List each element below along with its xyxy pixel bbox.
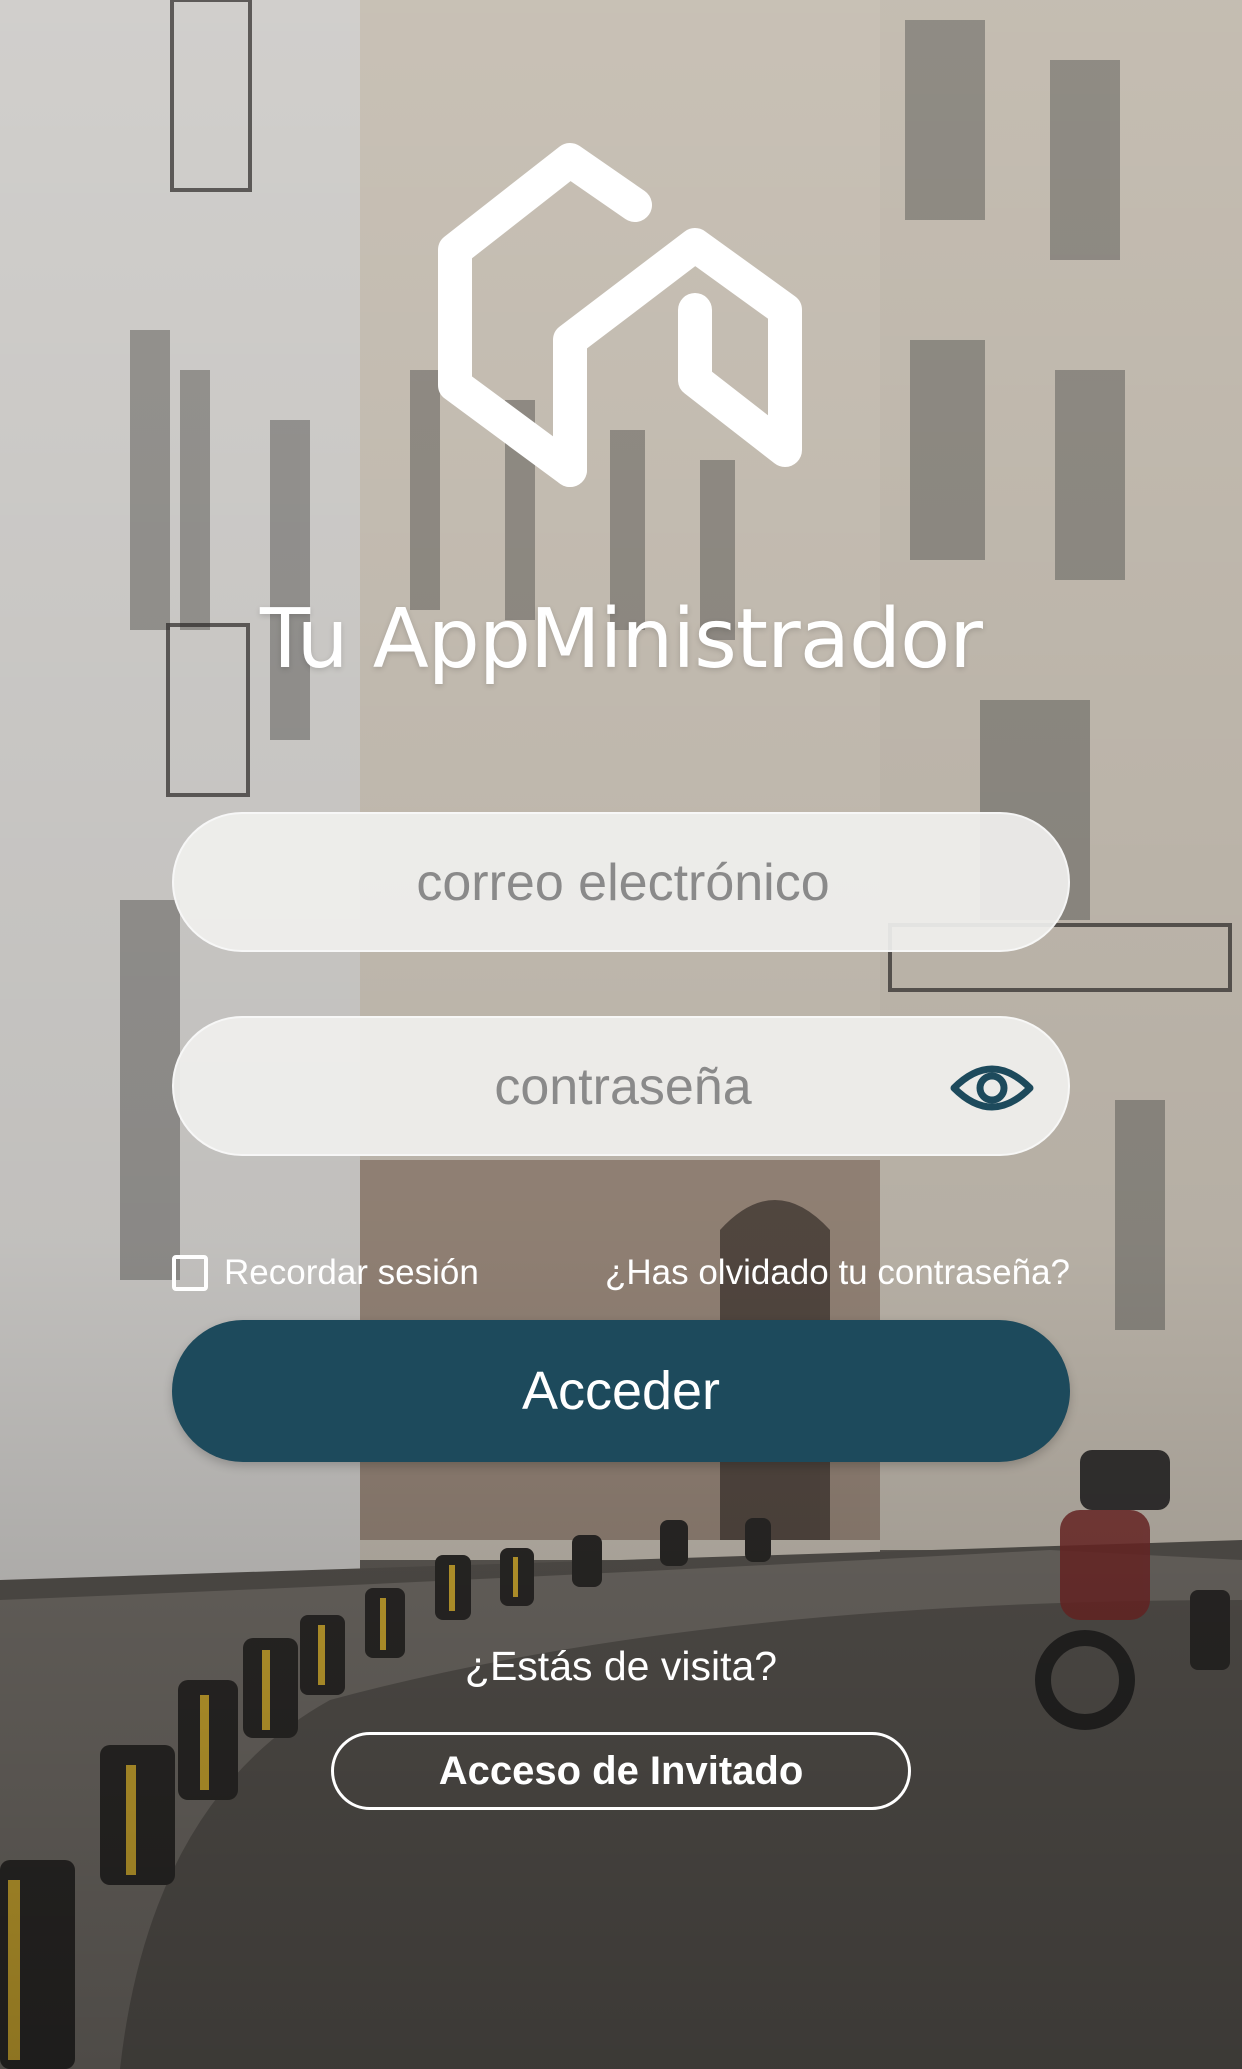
remember-checkbox[interactable] — [172, 1255, 208, 1291]
house-logo-icon — [420, 140, 820, 520]
app-title: Tu AppMinistrador — [260, 592, 983, 687]
email-field-container — [172, 812, 1072, 952]
eye-icon[interactable] — [950, 1058, 1034, 1118]
email-input[interactable] — [174, 814, 1072, 952]
password-input[interactable] — [174, 1018, 1072, 1156]
remember-label: Recordar sesión — [224, 1253, 479, 1292]
guest-access-button[interactable]: Acceso de Invitado — [331, 1732, 911, 1810]
login-button[interactable]: Acceder — [172, 1320, 1070, 1462]
remember-session[interactable]: Recordar sesión — [172, 1248, 479, 1298]
forgot-password-link[interactable]: ¿Has olvidado tu contraseña? — [605, 1253, 1070, 1293]
visit-prompt: ¿Estás de visita? — [464, 1643, 778, 1689]
password-field-container — [172, 1016, 1072, 1156]
